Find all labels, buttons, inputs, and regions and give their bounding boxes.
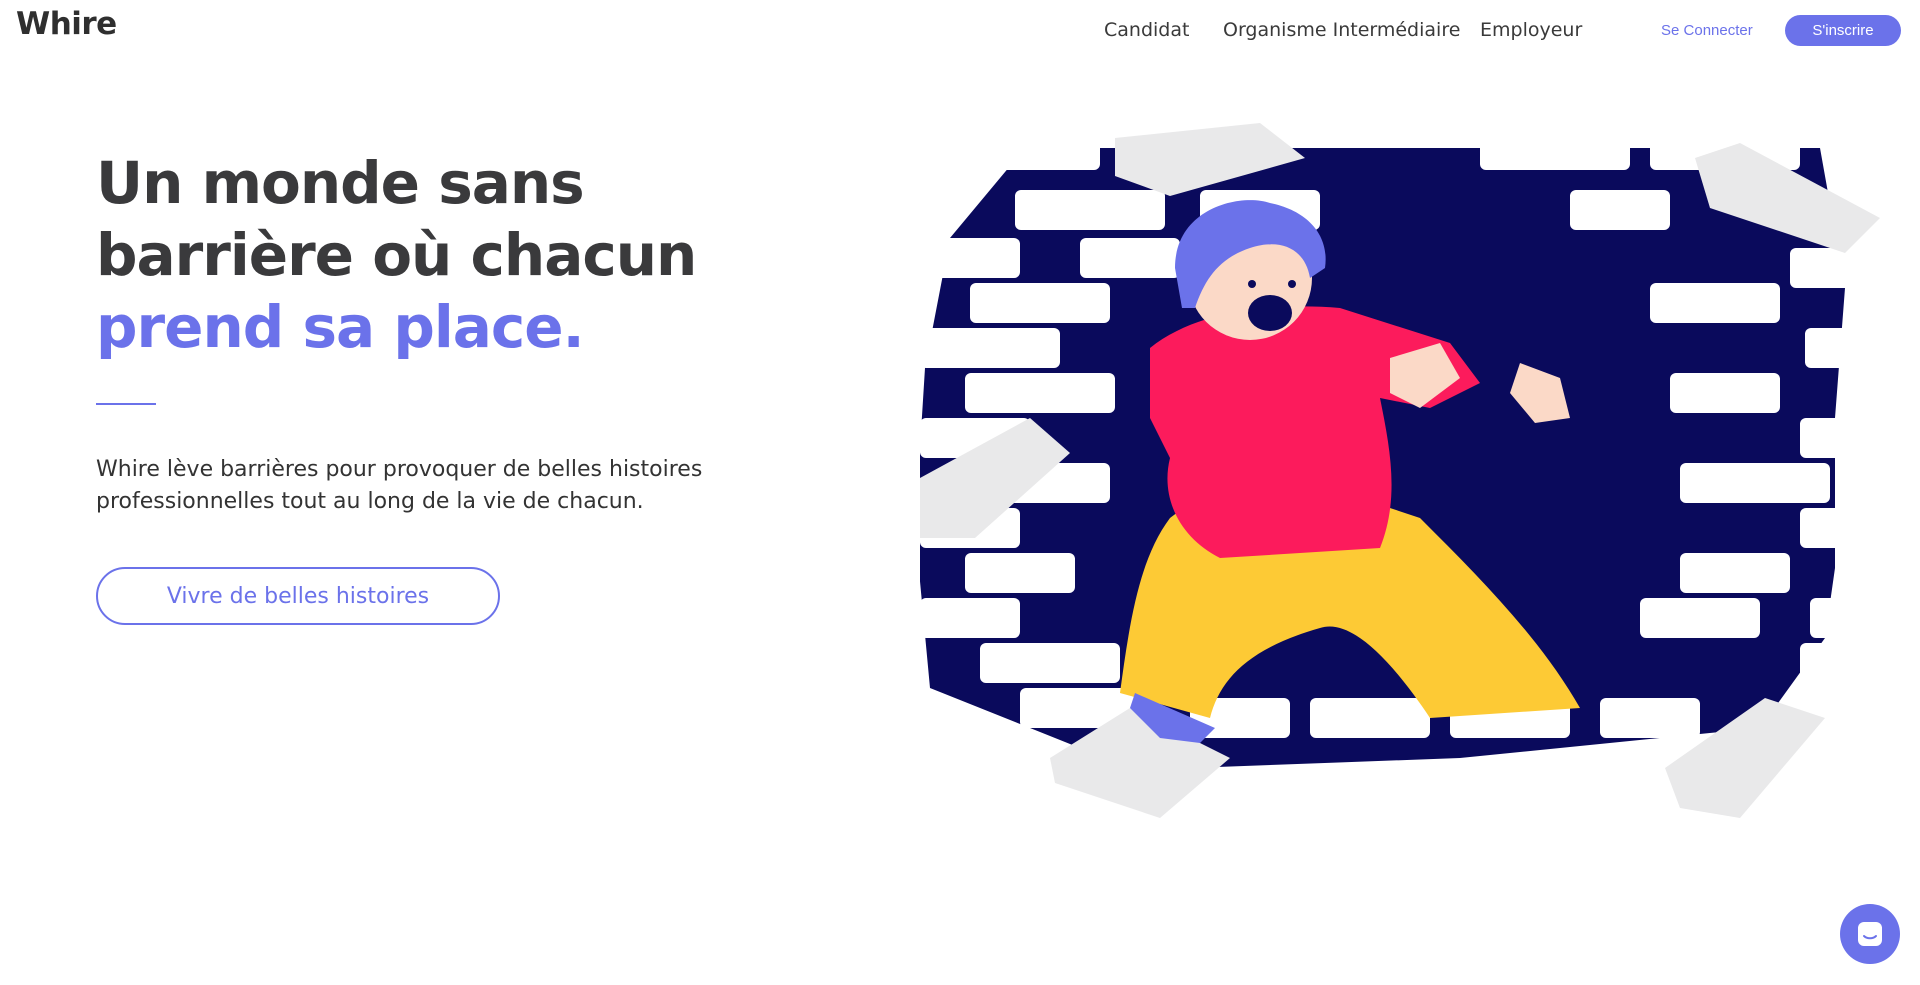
top-header: Whire Candidat Organisme Intermédiaire E… (0, 0, 1920, 62)
hero-title: Un monde sans barrière où chacun prend s… (96, 147, 697, 363)
nav-item-employeur[interactable]: Employeur (1480, 19, 1582, 41)
brand-logo[interactable]: Whire (16, 6, 117, 42)
hero-subtitle-line-1: Whire lève barrières pour provoquer de b… (96, 457, 703, 482)
hero-title-accent: prend sa place. (96, 293, 585, 361)
hero-divider (96, 403, 156, 405)
signup-button[interactable]: S'inscrire (1785, 15, 1901, 46)
hero-title-line-1: Un monde sans (96, 149, 585, 217)
chat-icon (1858, 922, 1882, 946)
hero-illustration (915, 118, 1880, 878)
hero-title-line-2: barrière où chacun (96, 221, 697, 289)
nav-item-candidat[interactable]: Candidat (1104, 19, 1189, 41)
cta-button[interactable]: Vivre de belles histoires (96, 567, 500, 625)
hero-subtitle: Whire lève barrières pour provoquer de b… (96, 454, 796, 518)
nav-item-organisme-intermediaire[interactable]: Organisme Intermédiaire (1223, 19, 1460, 41)
login-link[interactable]: Se Connecter (1661, 22, 1753, 39)
hero-subtitle-line-2: professionnelles tout au long de la vie … (96, 489, 644, 514)
character-mouth (1248, 295, 1292, 331)
wall-break-illustration (915, 123, 1880, 818)
chat-launcher[interactable] (1840, 904, 1900, 964)
